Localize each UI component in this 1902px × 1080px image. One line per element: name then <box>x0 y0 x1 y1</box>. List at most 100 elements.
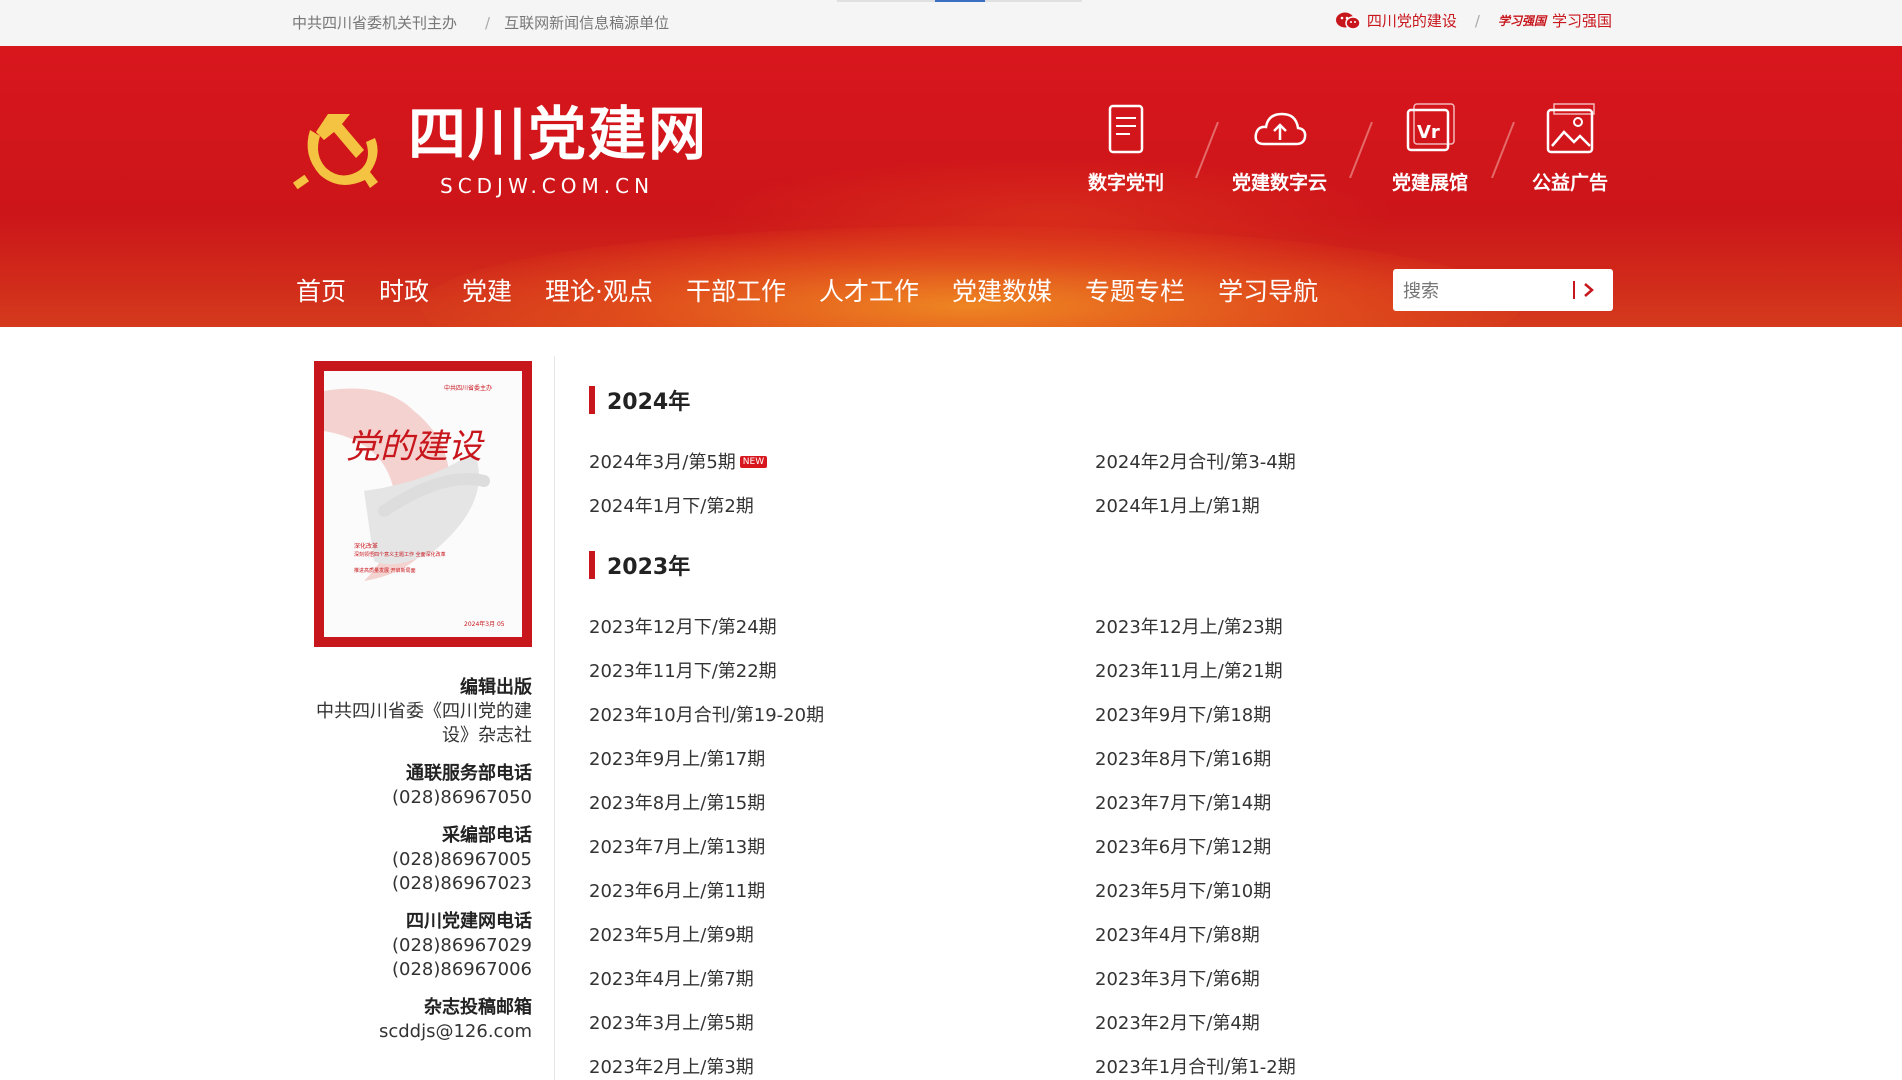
nav-item-politics[interactable]: 时政 <box>379 272 429 312</box>
site-domain: SCDJW.COM.CN <box>440 174 655 198</box>
issue-link[interactable]: 2023年5月下/第10期 <box>1095 877 1271 903</box>
info-block-site-phone: 四川党建网电话 (028)86967029 (028)86967006 <box>296 910 532 982</box>
issue-link[interactable]: 2023年12月下/第24期 <box>589 613 777 639</box>
nav-item-study-guide[interactable]: 学习导航 <box>1218 272 1318 312</box>
separator-slash <box>1349 122 1373 178</box>
separator-slash <box>1491 122 1515 178</box>
wechat-icon <box>1335 12 1361 30</box>
issue-link[interactable]: 2023年2月上/第3期 <box>589 1053 754 1079</box>
search-input[interactable] <box>1393 269 1575 313</box>
cover-top-text: 中共四川省委主办 <box>444 385 493 392</box>
search-divider <box>1573 281 1575 299</box>
issue-link[interactable]: 2023年7月上/第13期 <box>589 833 765 859</box>
issue-link[interactable]: 2023年6月下/第12期 <box>1095 833 1271 859</box>
site-logo[interactable]: 四川党建网 SCDJW.COM.CN <box>290 60 710 198</box>
cover-art <box>324 388 490 581</box>
site-name: 四川党建网 <box>408 100 709 168</box>
info-line: 设》杂志社 <box>442 725 532 746</box>
issue-link[interactable]: 2023年10月合刊/第19-20期 <box>589 701 824 727</box>
info-title: 杂志投稿邮箱 <box>424 997 532 1018</box>
digital-journal-icon <box>1108 104 1144 154</box>
party-emblem-icon <box>292 114 378 190</box>
year-marker <box>589 386 595 414</box>
issue-link[interactable]: 2023年7月下/第14期 <box>1095 789 1271 815</box>
quick-link-label: 党建数字云 <box>1232 172 1328 194</box>
search-box <box>1393 269 1613 313</box>
nav-item-home[interactable]: 首页 <box>296 272 346 312</box>
issue-link[interactable]: 2023年11月上/第21期 <box>1095 657 1283 683</box>
link-xuexi[interactable]: 学习强国 学习强国 <box>1498 10 1612 31</box>
issue-link[interactable]: 2023年6月上/第11期 <box>589 877 765 903</box>
info-block-email: 杂志投稿邮箱 scddjs@126.com <box>296 996 532 1044</box>
issue-link[interactable]: 2024年2月合刊/第3-4期 <box>1095 448 1296 474</box>
magazine-cover-image: 中共四川省委主办 党的建设 深化改革 深刻领悟四个意义主题工作 全面深化改革 推… <box>324 371 522 637</box>
issue-link[interactable]: 2023年9月上/第17期 <box>589 745 765 771</box>
issue-link[interactable]: 2024年1月上/第1期 <box>1095 492 1260 518</box>
issue-link[interactable]: 2024年3月/第5期 NEW <box>589 448 768 474</box>
info-line: (028)86967023 <box>391 873 532 894</box>
svg-text:Vr: Vr <box>1417 122 1440 143</box>
cover-caption-2: 深刻领悟四个意义主题工作 全面深化改革 <box>354 552 446 558</box>
year-label: 2023年 <box>607 555 691 580</box>
year-label: 2024年 <box>607 390 691 415</box>
year-heading-2023: 2023年 <box>589 549 690 581</box>
issue-link[interactable]: 2023年5月上/第9期 <box>589 921 754 947</box>
nav-item-digital-media[interactable]: 党建数媒 <box>952 272 1052 312</box>
new-badge: NEW <box>739 456 768 468</box>
link-party-building[interactable]: 四川党的建设 <box>1335 10 1457 31</box>
cover-caption-3: 推进高质量发展 开启新局面 <box>354 568 416 574</box>
issue-link[interactable]: 2023年1月合刊/第1-2期 <box>1095 1053 1296 1079</box>
search-button[interactable] <box>1573 277 1603 303</box>
info-block-liaison-phone: 通联服务部电话 (028)86967050 <box>296 762 532 810</box>
issue-link[interactable]: 2023年2月下/第4期 <box>1095 1009 1260 1035</box>
nav-item-special-topics[interactable]: 专题专栏 <box>1085 272 1185 312</box>
separator-slash <box>1195 122 1219 178</box>
topbar-sponsor-text: 中共四川省委机关刊主办 <box>292 14 458 32</box>
cover-title: 党的建设 <box>346 427 482 467</box>
issue-link[interactable]: 2023年9月下/第18期 <box>1095 701 1271 727</box>
nav-item-cadre-work[interactable]: 干部工作 <box>686 272 786 312</box>
info-email[interactable]: scddjs@126.com <box>296 1020 532 1044</box>
quick-link-public-ads[interactable]: 公益广告 <box>1532 100 1608 195</box>
magazine-cover[interactable]: 中共四川省委主办 党的建设 深化改革 深刻领悟四个意义主题工作 全面深化改革 推… <box>314 361 532 647</box>
nav-item-theory[interactable]: 理论·观点 <box>545 272 653 312</box>
column-divider <box>554 356 555 1080</box>
info-title: 四川党建网电话 <box>406 911 532 932</box>
vr-exhibition-icon: Vr <box>1406 103 1455 152</box>
link-xuexi-label: 学习强国 <box>1551 12 1612 30</box>
link-party-building-label: 四川党的建设 <box>1366 12 1457 30</box>
picture-icon <box>1546 103 1595 154</box>
info-line: 中共四川省委《四川党的建 <box>316 701 532 722</box>
topbar-right: 四川党的建设 / 学习强国 学习强国 <box>1335 10 1612 31</box>
cloud-upload-icon <box>1253 112 1306 146</box>
topbar-left: 中共四川省委机关刊主办 / 互联网新闻信息稿源单位 <box>292 14 670 32</box>
quick-link-label: 数字党刊 <box>1088 172 1165 194</box>
issue-link[interactable]: 2023年4月上/第7期 <box>589 965 754 991</box>
info-line: (028)86967029 <box>391 935 532 956</box>
info-title: 编辑出版 <box>460 677 532 698</box>
top-utility-bar: 中共四川省委机关刊主办 / 互联网新闻信息稿源单位 四川党的建设 / 学习强国 学习… <box>0 0 1902 46</box>
topbar-source-text: 互联网新闻信息稿源单位 <box>504 14 670 32</box>
xuexi-logo-icon: 学习强国 <box>1497 14 1546 28</box>
quick-link-label: 公益广告 <box>1532 172 1609 194</box>
scroll-indicator <box>837 0 1082 2</box>
issue-link[interactable]: 2023年8月下/第16期 <box>1095 745 1271 771</box>
issue-link[interactable]: 2023年12月上/第23期 <box>1095 613 1283 639</box>
chevron-right-icon <box>1584 283 1594 297</box>
quick-link-label: 党建展馆 <box>1392 172 1469 194</box>
quick-link-digital-cloud[interactable]: 党建数字云 <box>1232 100 1327 195</box>
nav-item-talent-work[interactable]: 人才工作 <box>819 272 919 312</box>
issue-link[interactable]: 2024年1月下/第2期 <box>589 492 754 518</box>
info-block-publisher: 编辑出版 中共四川省委《四川党的建 设》杂志社 <box>296 676 532 748</box>
issue-link[interactable]: 2023年8月上/第15期 <box>589 789 765 815</box>
issue-link[interactable]: 2023年3月上/第5期 <box>589 1009 754 1035</box>
year-heading-2024: 2024年 <box>589 384 690 416</box>
nav-item-party-building[interactable]: 党建 <box>462 272 512 312</box>
contact-info: 编辑出版 中共四川省委《四川党的建 设》杂志社 通联服务部电话 (028)869… <box>296 676 532 1058</box>
issue-link[interactable]: 2023年11月下/第22期 <box>589 657 777 683</box>
info-line: (028)86967005 <box>391 849 532 870</box>
issue-link[interactable]: 2023年3月下/第6期 <box>1095 965 1260 991</box>
issue-link[interactable]: 2023年4月下/第8期 <box>1095 921 1260 947</box>
quick-link-digital-journal[interactable]: 数字党刊 <box>1088 100 1164 195</box>
quick-link-exhibition[interactable]: Vr 党建展馆 <box>1392 100 1468 195</box>
